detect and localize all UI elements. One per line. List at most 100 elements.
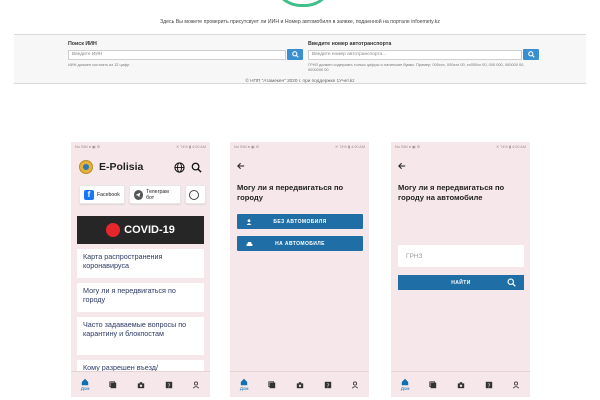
with-car-button[interactable]: НА АВТОМОБИЛЕ: [237, 236, 363, 251]
status-bar: No SIM ● ▣ ⚙ ✕ 74% ▮ 4:00 AM: [391, 142, 530, 151]
nav-home[interactable]: Дом: [401, 378, 410, 391]
nav-library[interactable]: [109, 380, 117, 389]
iin-search-block: Поиск ИИН Введите ИИН ИИН должен состоят…: [68, 41, 303, 67]
profile-icon: [513, 381, 520, 388]
facebook-button[interactable]: f Facebook: [79, 185, 125, 204]
car-mobility-question: Могу ли я передвигаться по городу на авт…: [398, 183, 505, 202]
nav-profile[interactable]: [192, 381, 200, 389]
camera-icon: [457, 381, 465, 388]
nav-home-label: Дом: [239, 386, 249, 391]
library-icon: [268, 380, 276, 388]
status-right: ✕ 74% ▮ 4:00 AM: [335, 145, 365, 149]
without-car-button[interactable]: БЕЗ АВТОМОБИЛЯ: [237, 214, 363, 229]
help-icon: ?: [165, 381, 172, 389]
svg-text:?: ?: [167, 383, 170, 389]
nav-home[interactable]: Дом: [240, 378, 249, 391]
bottom-nav: Дом ?: [230, 371, 369, 397]
svg-text:?: ?: [487, 383, 490, 389]
profile-icon: [352, 381, 359, 388]
virus-icon: [106, 223, 121, 237]
whatsapp-icon: [189, 189, 199, 200]
iin-hint: ИИН должен состоять из 12 цифр: [68, 62, 130, 67]
telegram-icon: [133, 189, 144, 200]
vehicle-search-button[interactable]: [523, 49, 539, 60]
telegram-label: Телеграм бот: [146, 188, 169, 201]
nav-help[interactable]: ?: [485, 381, 493, 389]
profile-icon: [193, 381, 200, 388]
nav-profile[interactable]: [351, 381, 359, 389]
nav-help[interactable]: ?: [165, 381, 173, 389]
status-right: ✕ 74% ▮ 4:00 AM: [176, 145, 206, 149]
iin-search-button[interactable]: [287, 49, 303, 60]
status-bar: No SIM ● ▣ ⚙ ✕ 74% ▮ 4:00 AM: [230, 142, 369, 151]
find-label: НАЙТИ: [451, 279, 471, 286]
back-arrow-icon: [237, 162, 245, 170]
card-faq[interactable]: Часто задаваемые вопросы по карантину и …: [77, 317, 204, 355]
phone-screen-mobility: No SIM ● ▣ ⚙ ✕ 74% ▮ 4:00 AM Могу ли я п…: [230, 142, 369, 397]
back-arrow-icon: [398, 162, 406, 170]
iin-input[interactable]: Введите ИИН: [68, 49, 286, 60]
nav-help[interactable]: ?: [324, 381, 332, 389]
camera-icon: [296, 381, 304, 388]
page-description: Здесь Вы можете проверить присутсвует ли…: [160, 19, 440, 25]
person-icon: [246, 218, 252, 225]
back-button[interactable]: [237, 157, 369, 175]
app-title: E-Polisia: [99, 161, 144, 173]
search-icon: [291, 51, 299, 58]
status-left: No SIM ● ▣ ⚙: [395, 145, 421, 149]
help-icon: ?: [324, 381, 331, 389]
site-logo: [272, 0, 334, 7]
social-links: f Facebook Телеграм бот: [71, 185, 210, 204]
bottom-nav: Дом ?: [391, 371, 530, 397]
with-car-label: НА АВТОМОБИЛЕ: [275, 240, 325, 247]
without-car-label: БЕЗ АВТОМОБИЛЯ: [273, 218, 327, 225]
mobility-question: Могу ли я передвигаться по городу: [237, 183, 344, 202]
nav-camera[interactable]: [137, 381, 145, 389]
facebook-label: Facebook: [97, 191, 120, 198]
nav-home-label: Дом: [400, 386, 410, 391]
facebook-icon: f: [84, 189, 94, 200]
covid-banner-text: COVID-19: [124, 224, 175, 236]
svg-text:?: ?: [326, 383, 329, 389]
covid-banner[interactable]: COVID-19: [77, 216, 204, 244]
nav-camera[interactable]: [457, 381, 465, 389]
telegram-button[interactable]: Телеграм бот: [128, 185, 181, 204]
status-left: No SIM ● ▣ ⚙: [75, 145, 101, 149]
help-icon: ?: [485, 381, 492, 389]
nav-profile[interactable]: [512, 381, 520, 389]
status-bar: No SIM ● ▣ ⚙ ✕ 74% ▮ 4:00 AM: [71, 142, 210, 151]
home-icon: [401, 378, 409, 386]
phone-screen-home: No SIM ● ▣ ⚙ ✕ 74% ▮ 4:00 AM E-Polisia f…: [71, 142, 210, 397]
vehicle-input[interactable]: Введите номер автотранспорта...: [308, 49, 522, 60]
nav-home[interactable]: Дом: [81, 378, 90, 391]
find-button[interactable]: НАЙТИ: [398, 275, 524, 290]
vehicle-hint: ГРНЗ должен содержать только цифры и лат…: [308, 62, 525, 72]
nav-library[interactable]: [429, 380, 437, 389]
back-button[interactable]: [398, 157, 530, 175]
card-can-i-move[interactable]: Могу ли я передвигаться по городу: [77, 283, 204, 312]
bottom-nav: Дом ?: [71, 371, 210, 397]
status-left: No SIM ● ▣ ⚙: [234, 145, 260, 149]
library-icon: [109, 380, 117, 388]
globe-icon[interactable]: [174, 161, 185, 173]
nav-camera[interactable]: [296, 381, 304, 389]
card-virus-map[interactable]: Карта распространения коронавируса: [77, 249, 204, 278]
library-icon: [429, 380, 437, 388]
app-header: E-Polisia: [71, 155, 210, 179]
car-icon: [246, 241, 253, 246]
whatsapp-button[interactable]: [185, 185, 206, 204]
home-icon: [240, 378, 248, 386]
nav-library[interactable]: [268, 380, 276, 389]
search-panel: Поиск ИИН Введите ИИН ИИН должен состоят…: [14, 34, 586, 84]
status-right: ✕ 74% ▮ 4:00 AM: [496, 145, 526, 149]
camera-icon: [137, 381, 145, 388]
vehicle-search-label: Введите номер автотранспорта: [308, 41, 392, 47]
vehicle-search-block: Введите номер автотранспорта Введите ном…: [308, 41, 540, 72]
search-icon: [527, 51, 535, 58]
emblem-icon: [79, 160, 93, 174]
search-icon[interactable]: [191, 162, 202, 173]
plate-number-input[interactable]: ГРНЗ: [398, 245, 524, 267]
search-icon: [507, 278, 516, 287]
phone-screen-plate-check: No SIM ● ▣ ⚙ ✕ 74% ▮ 4:00 AM Могу ли я п…: [391, 142, 530, 397]
nav-home-label: Дом: [80, 386, 90, 391]
